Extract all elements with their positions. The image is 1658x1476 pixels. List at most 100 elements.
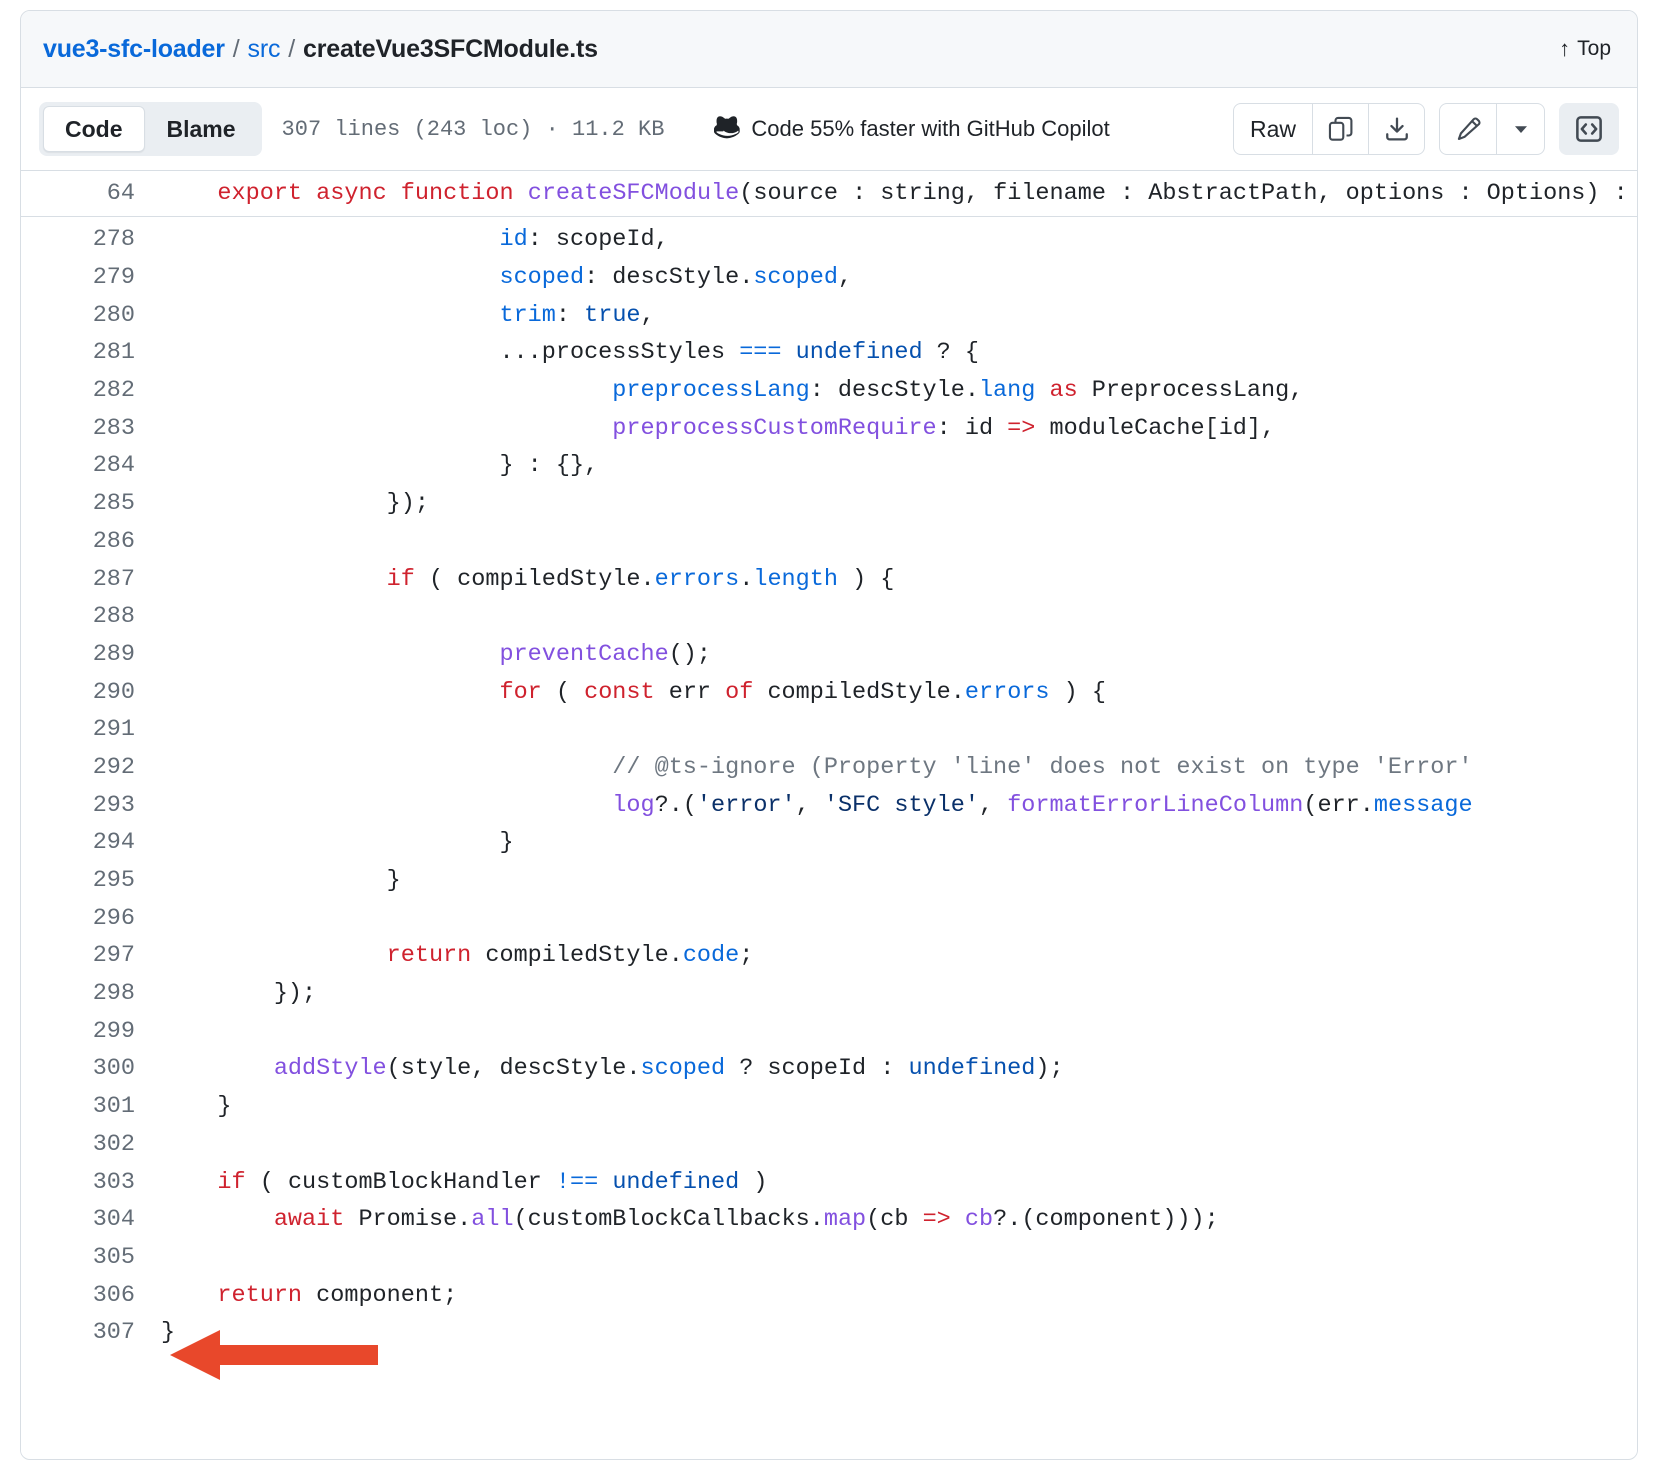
code-token [951,1206,965,1233]
code-token: log [612,792,654,819]
line-number[interactable]: 294 [21,829,161,856]
scroll-to-top-label: Top [1577,37,1611,61]
code-token: preprocessLang [612,377,809,404]
line-number[interactable]: 282 [21,377,161,404]
code-token [161,180,217,207]
line-number[interactable]: 295 [21,867,161,894]
code-token: ...processStyles [161,339,739,366]
line-number[interactable]: 284 [21,452,161,479]
code-line: 304 await Promise.all(customBlockCallbac… [21,1201,1637,1239]
line-number[interactable]: 293 [21,792,161,819]
code-token: ) { [838,566,894,593]
code-token: : [556,302,584,329]
code-line: 294 } [21,824,1637,862]
code-line: 282 preprocessLang: descStyle.lang as Pr… [21,372,1637,410]
code-token: : descStyle. [810,377,979,404]
code-token: preventCache [499,641,668,668]
breadcrumb-filename: createVue3SFCModule.ts [303,35,598,64]
line-number[interactable]: 301 [21,1093,161,1120]
code-line: 305 [21,1239,1637,1277]
code-line: 287 if ( compiledStyle.errors.length ) { [21,560,1637,598]
line-number[interactable]: 303 [21,1169,161,1196]
scroll-to-top-button[interactable]: ↑ Top [1559,37,1611,61]
code-token: for [499,679,541,706]
line-number[interactable]: 305 [21,1244,161,1271]
copy-icon[interactable] [1312,104,1368,154]
code-brackets-icon[interactable] [1559,103,1619,155]
code-token [161,641,499,668]
code-token: (source : string, filename : AbstractPat… [739,180,1627,207]
code-line: 289 preventCache(); [21,636,1637,674]
raw-button[interactable]: Raw [1234,104,1312,154]
line-content: // @ts-ignore (Property 'line' does not … [161,754,1637,781]
code-token [302,180,316,207]
line-number[interactable]: 296 [21,905,161,932]
breadcrumb-separator-2: / [280,35,303,64]
code-blame-tablist: Code Blame [39,102,262,156]
line-content: await Promise.all(customBlockCallbacks.m… [161,1206,1637,1233]
code-line: 300 addStyle(style, descStyle.scoped ? s… [21,1050,1637,1088]
line-number[interactable]: 298 [21,980,161,1007]
line-number[interactable]: 286 [21,528,161,555]
line-number[interactable]: 278 [21,226,161,253]
code-token: }); [161,980,316,1007]
line-number[interactable]: 281 [21,339,161,366]
code-token: 'error' [697,792,796,819]
line-number[interactable]: 300 [21,1055,161,1082]
line-number[interactable]: 299 [21,1018,161,1045]
code-line: 296 [21,899,1637,937]
tab-blame[interactable]: Blame [145,106,258,152]
line-number[interactable]: 280 [21,302,161,329]
code-token: of [725,679,753,706]
code-line: 303 if ( customBlockHandler !== undefine… [21,1163,1637,1201]
line-content: preprocessCustomRequire: id => moduleCac… [161,415,1637,442]
line-number[interactable]: 283 [21,415,161,442]
code-line: 286 [21,523,1637,561]
code-line: 285 }); [21,485,1637,523]
breadcrumb-repo-link[interactable]: vue3-sfc-loader [43,35,225,64]
download-icon[interactable] [1368,104,1424,154]
code-token: } : {}, [161,452,598,479]
code-lines-container[interactable]: 278 id: scopeId,279 scoped: descStyle.sc… [21,217,1637,1457]
line-number[interactable]: 307 [21,1319,161,1346]
line-number[interactable]: 292 [21,754,161,781]
code-token: if [217,1169,245,1196]
line-number[interactable]: 304 [21,1206,161,1233]
line-number[interactable]: 290 [21,679,161,706]
code-token [161,1169,217,1196]
code-token [161,754,612,781]
code-line: 302 [21,1126,1637,1164]
chevron-down-icon[interactable] [1496,104,1544,154]
line-number[interactable]: 285 [21,490,161,517]
code-token: Promise. [344,1206,471,1233]
code-token [161,1206,274,1233]
line-number[interactable]: 288 [21,603,161,630]
code-line: 291 [21,711,1637,749]
code-token: (err. [1303,792,1374,819]
code-line: 301 } [21,1088,1637,1126]
line-number[interactable]: 297 [21,942,161,969]
code-token [514,180,528,207]
line-content: } [161,1319,1637,1346]
code-token: addStyle [274,1055,387,1082]
code-token: export [217,180,302,207]
code-line: 293 log?.('error', 'SFC style', formatEr… [21,786,1637,824]
line-number[interactable]: 291 [21,716,161,743]
line-number[interactable]: 279 [21,264,161,291]
tab-code[interactable]: Code [43,106,145,152]
pencil-icon[interactable] [1440,104,1496,154]
code-token: map [824,1206,866,1233]
breadcrumb-folder-link[interactable]: src [248,35,281,64]
line-content: if ( compiledStyle.errors.length ) { [161,566,1637,593]
line-number[interactable]: 302 [21,1131,161,1158]
line-number[interactable]: 287 [21,566,161,593]
code-token: : id [937,415,1008,442]
line-number[interactable]: 306 [21,1282,161,1309]
code-token: 'SFC style' [824,792,979,819]
line-number[interactable]: 289 [21,641,161,668]
copilot-promo[interactable]: Code 55% faster with GitHub Copilot [714,113,1109,146]
line-content: for ( const err of compiledStyle.errors … [161,679,1637,706]
code-token: ( [542,679,584,706]
code-token: undefined [796,339,923,366]
code-line: 281 ...processStyles === undefined ? { [21,334,1637,372]
